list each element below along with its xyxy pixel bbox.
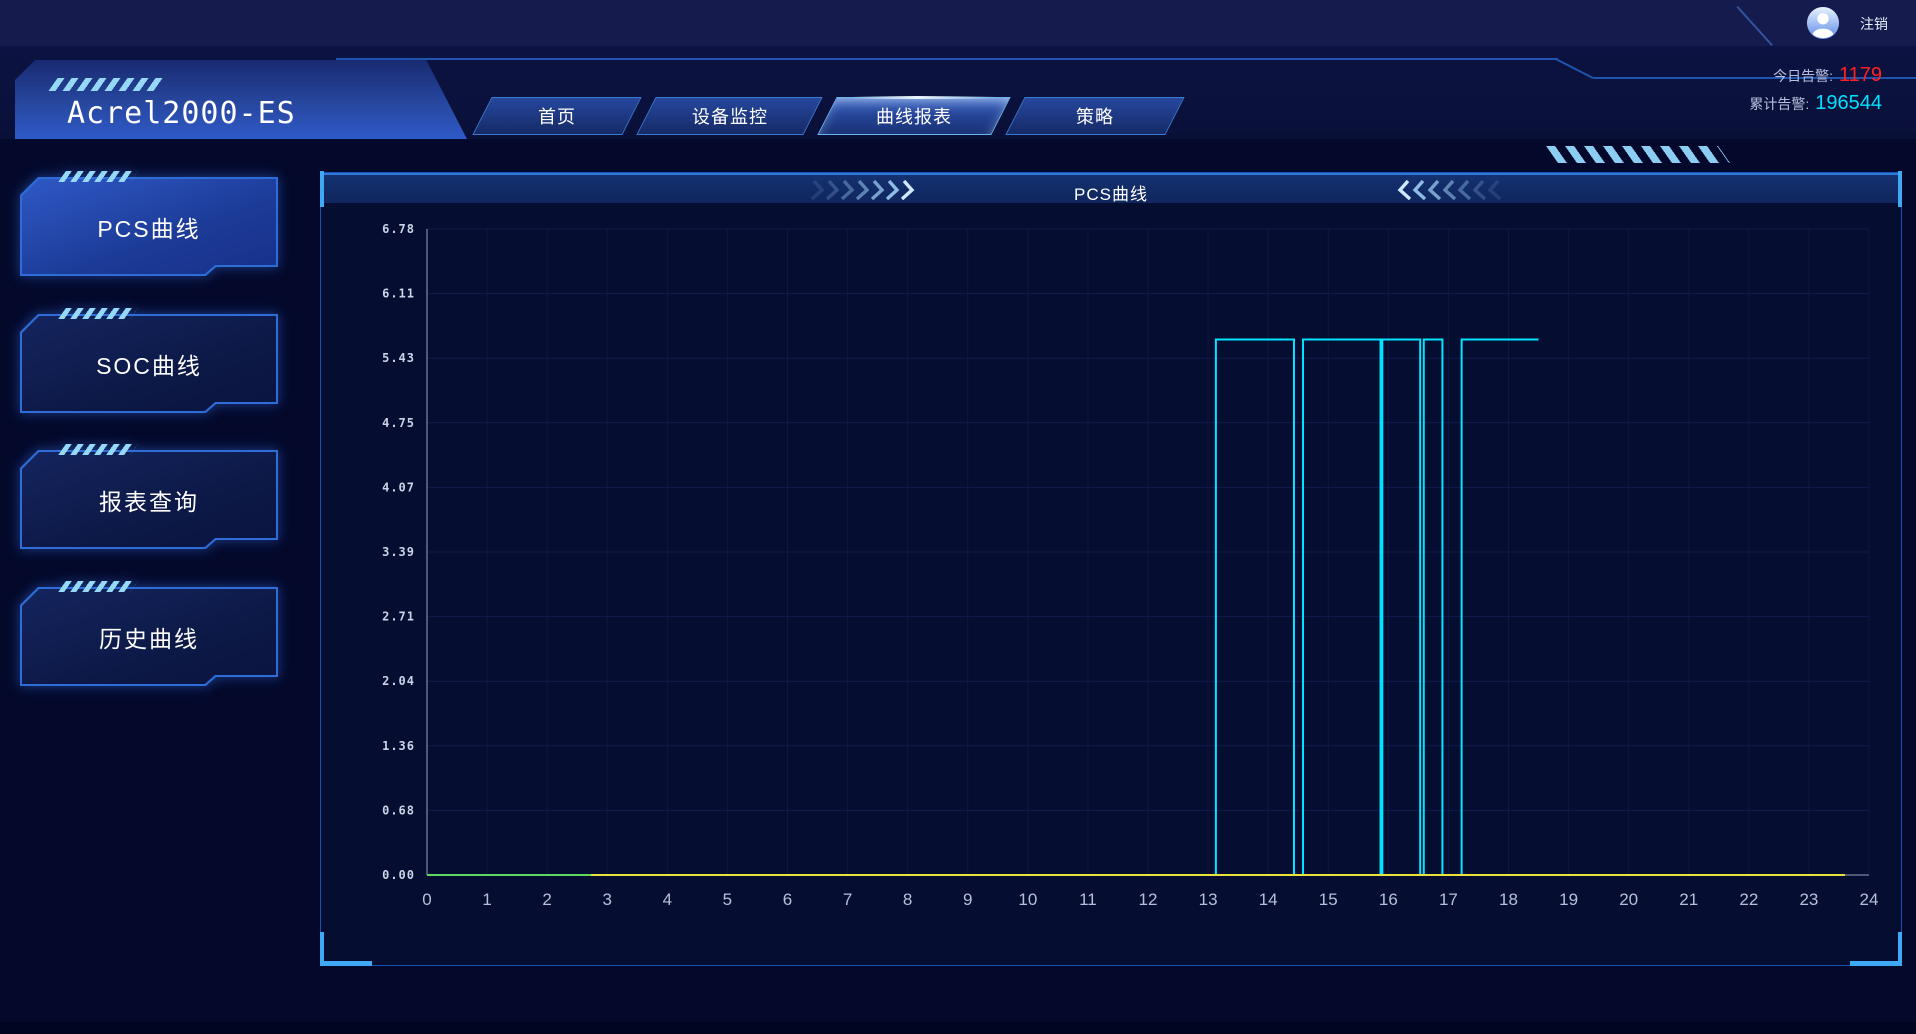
y-tick-label: 0.00	[382, 868, 415, 882]
x-tick-label: 10	[1018, 890, 1037, 909]
x-tick-label: 5	[723, 890, 732, 909]
y-tick-label: 4.07	[382, 480, 415, 494]
alarm-total-label: 累计告警:	[1749, 96, 1809, 112]
alarm-today-label: 今日告警:	[1773, 68, 1833, 84]
header-accent-line	[336, 58, 1558, 60]
x-tick-label: 16	[1379, 890, 1398, 909]
y-tick-label: 0.68	[382, 803, 415, 817]
sidebar-item-report-query[interactable]: 报表查询	[20, 450, 278, 549]
sidebar-item-label: SOC曲线	[20, 314, 278, 413]
x-tick-label: 2	[542, 890, 551, 909]
x-tick-label: 1	[482, 890, 491, 909]
tab-label: 策略	[1076, 103, 1114, 129]
tab-label: 曲线报表	[876, 103, 952, 129]
x-tick-label: 22	[1739, 890, 1758, 909]
tab-strategy[interactable]: 策略	[1005, 97, 1184, 135]
y-tick-label: 6.11	[382, 287, 415, 301]
y-tick-label: 4.75	[382, 416, 415, 430]
x-tick-label: 17	[1439, 890, 1458, 909]
x-tick-label: 3	[603, 890, 612, 909]
chevrons-left-icon	[1383, 180, 1503, 200]
alarm-total-value: 196544	[1815, 92, 1882, 114]
x-tick-label: 7	[843, 890, 852, 909]
topbar-diagonal-divider	[1737, 6, 1773, 46]
x-tick-label: 19	[1559, 890, 1578, 909]
x-tick-label: 18	[1499, 890, 1518, 909]
x-tick-label: 4	[663, 890, 672, 909]
x-tick-label: 20	[1619, 890, 1638, 909]
alarm-total-row: 累计告警: 196544	[1749, 90, 1882, 118]
bottom-edge-strip	[0, 1022, 1916, 1034]
panel-title: PCS曲线	[1074, 180, 1148, 205]
x-tick-label: 11	[1079, 890, 1097, 909]
x-tick-label: 21	[1679, 890, 1698, 909]
chevrons-right-icon	[809, 180, 929, 200]
x-tick-label: 15	[1319, 890, 1338, 909]
logout-button[interactable]: 注销	[1860, 14, 1888, 34]
header-hatch-stripes-icon	[1546, 146, 1730, 163]
top-bar: 注销	[0, 0, 1916, 46]
chart-series-cyan	[427, 340, 1539, 875]
x-tick-label: 8	[903, 890, 912, 909]
header-accent-diagonal	[1555, 58, 1593, 79]
panel-title-bar: PCS曲线	[321, 173, 1901, 203]
panel-corner-bracket-top-left	[320, 171, 324, 207]
header-band: Acrel2000-ES 首页 设备监控 曲线报表 策略 今日告警: 1179 累计告警…	[0, 46, 1916, 139]
y-tick-label: 5.43	[382, 351, 415, 365]
x-tick-label: 0	[422, 890, 431, 909]
alarm-summary: 今日告警: 1179 累计告警: 196544	[1749, 62, 1882, 118]
sidebar-item-label: 历史曲线	[20, 587, 278, 686]
x-tick-label: 24	[1860, 890, 1879, 909]
x-tick-label: 12	[1139, 890, 1158, 909]
tab-label: 设备监控	[692, 103, 768, 129]
tab-device-monitoring[interactable]: 设备监控	[636, 97, 822, 135]
alarm-today-value: 1179	[1839, 64, 1882, 86]
nav-tabs: 首页 设备监控 曲线报表 策略	[482, 97, 1175, 135]
y-tick-label: 1.36	[382, 739, 415, 753]
sidebar-item-label: 报表查询	[20, 450, 278, 549]
user-avatar-icon[interactable]	[1806, 6, 1840, 40]
x-tick-label: 9	[963, 890, 972, 909]
logo-plate: Acrel2000-ES	[15, 60, 467, 139]
y-tick-label: 3.39	[382, 545, 415, 559]
x-tick-label: 6	[783, 890, 792, 909]
curve-panel: PCS曲线 6.78 6.11 5.43 4.75 4.07 3.39 2.71 2.04 1.…	[320, 172, 1902, 966]
sidebar-item-label: PCS曲线	[20, 177, 278, 276]
tab-label: 首页	[538, 103, 576, 129]
y-tick-label: 2.04	[382, 674, 415, 688]
app-title: Acrel2000-ES	[67, 96, 296, 131]
y-tick-label: 2.71	[382, 610, 415, 624]
x-tick-label: 13	[1199, 890, 1218, 909]
sidebar-item-pcs-curve[interactable]: PCS曲线	[20, 177, 278, 276]
tab-curve-report[interactable]: 曲线报表	[817, 97, 1010, 135]
tab-home[interactable]: 首页	[472, 97, 641, 135]
y-tick-label: 6.78	[382, 222, 415, 236]
x-tick-label: 14	[1259, 890, 1278, 909]
sidebar-item-soc-curve[interactable]: SOC曲线	[20, 314, 278, 413]
panel-corner-bracket-top-right	[1898, 171, 1902, 207]
pcs-curve-chart: 6.78 6.11 5.43 4.75 4.07 3.39 2.71 2.04 1.36 0.68…	[321, 203, 1903, 967]
x-tick-label: 23	[1799, 890, 1818, 909]
sidebar-item-history-curve[interactable]: 历史曲线	[20, 587, 278, 686]
logo-hatch-stripes-icon	[48, 78, 163, 91]
alarm-today-row: 今日告警: 1179	[1749, 62, 1882, 90]
